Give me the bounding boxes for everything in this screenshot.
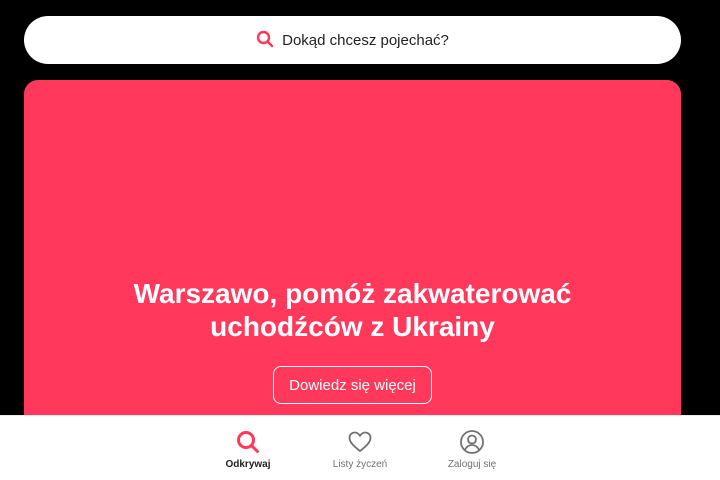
search-icon — [256, 30, 274, 48]
search-bar-label: Dokąd chcesz pojechać? — [282, 31, 449, 49]
search-icon — [235, 429, 261, 455]
learn-more-button[interactable]: Dowiedz się więcej — [273, 366, 432, 404]
heart-icon — [347, 429, 373, 455]
nav-label-wishlists: Listy życzeń — [332, 459, 388, 470]
search-bar[interactable]: Dokąd chcesz pojechać? — [24, 16, 681, 64]
hero-title: Warszawo, pomóż zakwaterować uchodźców z… — [133, 278, 572, 342]
bottom-navigation: Odkrywaj Listy życzeń Zaloguj się — [0, 415, 720, 480]
nav-label-login: Zaloguj się — [447, 459, 497, 470]
nav-item-login[interactable]: Zaloguj się — [427, 416, 517, 480]
page: Dokąd chcesz pojechać? Warszawo, pomóż z… — [0, 0, 720, 480]
user-icon — [459, 429, 485, 455]
nav-item-wishlists[interactable]: Listy życzeń — [315, 416, 405, 480]
nav-item-explore[interactable]: Odkrywaj — [203, 416, 293, 480]
nav-label-explore: Odkrywaj — [225, 459, 271, 470]
